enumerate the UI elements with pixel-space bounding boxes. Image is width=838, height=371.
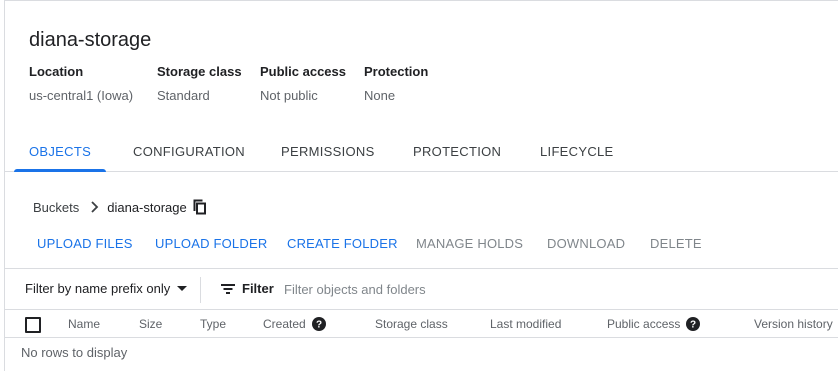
- table-header: Name Size Type Created ? Storage class L…: [4, 310, 838, 338]
- filter-mode-label: Filter by name prefix only: [25, 281, 171, 296]
- meta-public-access-label: Public access: [260, 64, 346, 79]
- meta-storage-class-value: Standard: [157, 88, 210, 103]
- delete-button[interactable]: DELETE: [650, 236, 702, 251]
- column-last-modified[interactable]: Last modified: [490, 317, 561, 331]
- select-all-checkbox[interactable]: [25, 317, 41, 333]
- dropdown-arrow-icon: [177, 286, 188, 291]
- column-public-access-label: Public access: [607, 317, 681, 331]
- svg-text:?: ?: [690, 320, 696, 331]
- tab-protection[interactable]: PROTECTION: [413, 133, 501, 171]
- manage-holds-button[interactable]: MANAGE HOLDS: [416, 236, 523, 251]
- chevron-right-icon: [91, 201, 99, 213]
- meta-public-access-value: Not public: [260, 88, 318, 103]
- svg-text:?: ?: [316, 320, 322, 331]
- breadcrumb-current: diana-storage: [107, 199, 187, 215]
- column-type[interactable]: Type: [200, 317, 226, 331]
- copy-icon[interactable]: [193, 199, 207, 215]
- meta-protection: Protection None: [364, 64, 428, 103]
- tab-lifecycle[interactable]: LIFECYCLE: [540, 133, 614, 171]
- tab-permissions[interactable]: PERMISSIONS: [281, 133, 375, 171]
- column-size[interactable]: Size: [139, 317, 162, 331]
- meta-location-value: us-central1 (Iowa): [29, 88, 134, 103]
- bucket-title: diana-storage: [29, 29, 152, 51]
- create-folder-button[interactable]: CREATE FOLDER: [287, 236, 398, 251]
- filter-icon: [221, 284, 235, 294]
- upload-folder-button[interactable]: UPLOAD FOLDER: [155, 236, 267, 251]
- breadcrumb: Buckets diana-storage: [33, 199, 207, 215]
- filter-divider: [200, 277, 201, 303]
- help-icon[interactable]: ?: [311, 317, 326, 331]
- filter-bar: Filter by name prefix only Filter: [4, 268, 838, 310]
- column-name[interactable]: Name: [68, 317, 100, 331]
- column-created-label: Created: [263, 317, 306, 331]
- help-icon[interactable]: ?: [686, 317, 701, 331]
- column-created[interactable]: Created ?: [263, 317, 326, 331]
- empty-table-message: No rows to display: [21, 345, 128, 360]
- meta-protection-value: None: [364, 88, 396, 103]
- meta-storage-class-label: Storage class: [157, 64, 242, 79]
- filter-input[interactable]: [284, 276, 584, 302]
- meta-protection-label: Protection: [364, 64, 429, 79]
- meta-public-access: Public access Not public: [260, 64, 346, 103]
- tab-configuration[interactable]: CONFIGURATION: [133, 133, 245, 171]
- upload-files-button[interactable]: UPLOAD FILES: [37, 236, 133, 251]
- filter-label: Filter: [242, 281, 274, 296]
- column-public-access[interactable]: Public access ?: [607, 317, 701, 331]
- meta-storage-class: Storage class Standard: [157, 64, 242, 103]
- breadcrumb-buckets-link[interactable]: Buckets: [33, 200, 79, 215]
- download-button[interactable]: DOWNLOAD: [547, 236, 625, 251]
- column-version-history[interactable]: Version history: [754, 317, 833, 331]
- filter-mode-select[interactable]: Filter by name prefix only: [25, 281, 188, 296]
- tab-objects[interactable]: OBJECTS: [13, 133, 107, 172]
- tab-bar: OBJECTS CONFIGURATION PERMISSIONS PROTEC…: [4, 133, 838, 172]
- meta-location: Location us-central1 (Iowa): [29, 64, 133, 103]
- meta-location-label: Location: [29, 64, 84, 79]
- column-storage-class[interactable]: Storage class: [375, 317, 448, 331]
